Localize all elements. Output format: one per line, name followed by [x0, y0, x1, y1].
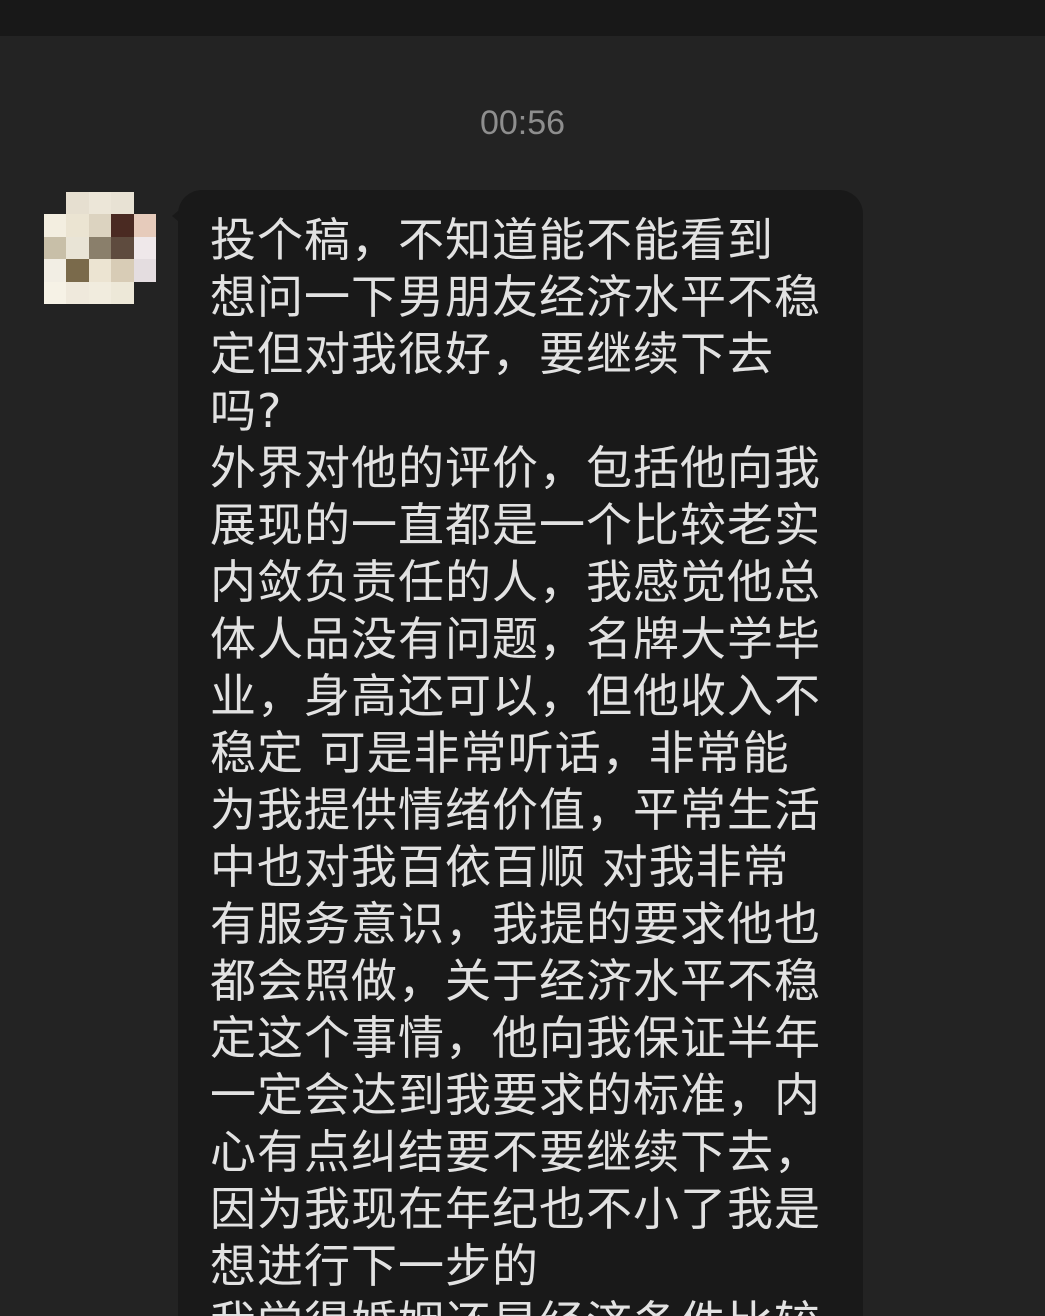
avatar-pixel — [66, 236, 89, 260]
message-line: 心有点纠结要不要继续下去， — [210, 1125, 821, 1179]
message-line: 外界对他的评价，包括他向我 — [210, 441, 821, 495]
avatar-pixel — [133, 214, 156, 237]
message-line: 为我提供情绪价值，平常生活 — [210, 783, 821, 837]
avatar-pixel — [133, 281, 156, 304]
message-line: 定但对我很好，要继续下去 — [210, 327, 774, 381]
message-bubble[interactable]: 投个稿，不知道能不能看到 想问一下男朋友经济水平不稳 定但对我很好，要继续下去 吗? 外… — [178, 190, 863, 1316]
message-line: 一定会达到我要求的标准，内 — [210, 1068, 821, 1122]
avatar-pixel — [44, 281, 67, 304]
message-line: 中也对我百依百顺 对我非常 — [210, 840, 790, 894]
message-line: 定这个事情，他向我保证半年 — [210, 1011, 821, 1065]
avatar-pixel — [133, 259, 156, 282]
avatar-pixel — [111, 192, 134, 215]
message-line: 想问一下男朋友经济水平不稳 — [210, 270, 821, 324]
message-line: 都会照做，关于经济水平不稳 — [210, 954, 821, 1008]
avatar-pixel — [88, 214, 112, 237]
avatar-pixel — [66, 281, 89, 304]
avatar-pixel — [111, 214, 134, 237]
message-line: 吗? — [210, 384, 283, 438]
avatar-pixel — [44, 214, 67, 237]
avatar-pixel — [88, 259, 112, 282]
avatar-pixel — [66, 192, 89, 215]
avatar-pixel — [88, 236, 112, 260]
message-line: 想进行下一步的 — [210, 1239, 539, 1293]
avatar-pixel — [66, 214, 89, 237]
avatar-pixel — [44, 236, 67, 260]
message-line: 体人品没有问题，名牌大学毕 — [210, 612, 821, 666]
message-line: 展现的一直都是一个比较老实 — [210, 498, 821, 552]
avatar-pixel — [133, 192, 156, 215]
message-timestamp: 00:56 — [479, 104, 566, 142]
avatar-pixel — [88, 192, 112, 215]
message-line: 因为我现在年纪也不小了我是 — [210, 1182, 821, 1236]
message-line: 有服务意识，我提的要求他也 — [210, 897, 821, 951]
message-line: 内敛负责任的人，我感觉他总 — [210, 555, 821, 609]
avatar-pixel — [44, 192, 67, 215]
message-line: 业，身高还可以，但他收入不 — [210, 669, 821, 723]
avatar-pixel — [111, 281, 134, 304]
avatar-pixel — [111, 259, 134, 282]
avatar-pixel — [111, 236, 134, 260]
message-line: 稳定 可是非常听话，非常能 — [210, 726, 790, 780]
message-line: 我觉得婚姻还是经济条件比较 — [210, 1295, 837, 1316]
message-line: 投个稿，不知道能不能看到 — [210, 213, 774, 267]
top-bar — [0, 0, 1045, 36]
avatar-pixel — [44, 259, 67, 282]
avatar[interactable] — [44, 192, 156, 304]
avatar-pixel — [88, 281, 112, 304]
avatar-pixel — [66, 259, 89, 282]
avatar-pixel — [133, 236, 156, 260]
